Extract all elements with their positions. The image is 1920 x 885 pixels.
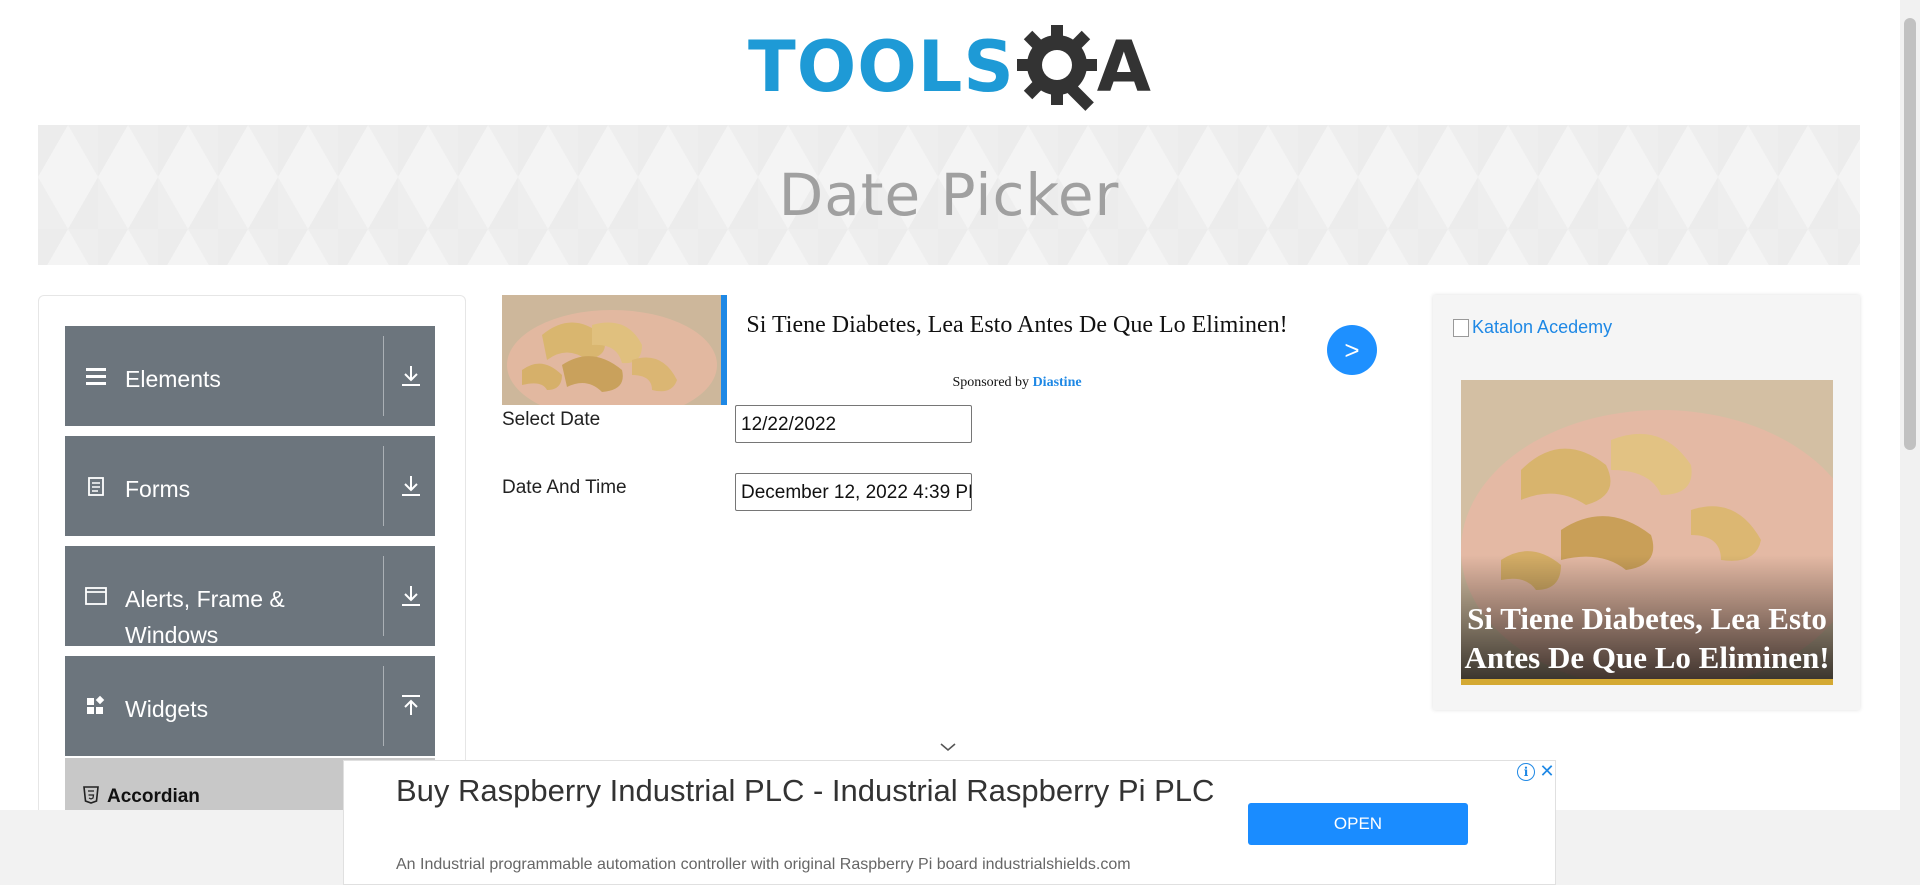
sponsored-ad-top[interactable]: Si Tiene Diabetes, Lea Esto Antes De Que… (502, 295, 1377, 405)
download-icon[interactable] (397, 582, 425, 610)
page-banner: Date Picker (38, 125, 1860, 265)
page-title: Date Picker (778, 161, 1120, 229)
ad-image[interactable]: Si Tiene Diabetes, Lea Esto Antes De Que… (1461, 380, 1833, 685)
toolsqa-logo[interactable]: TOOLS A (748, 18, 1153, 116)
ad-image-caption: Si Tiene Diabetes, Lea Esto Antes De Que… (1464, 601, 1830, 675)
right-ad-panel[interactable]: Katalon Acedemy Si Tiene Diabetes, Lea E… (1433, 295, 1860, 710)
widgets-icon (87, 695, 105, 714)
document-icon (88, 477, 104, 496)
hamburger-icon (86, 368, 106, 385)
divider (383, 336, 384, 416)
bottom-banner-ad[interactable]: Buy Raspberry Industrial PLC - Industria… (343, 760, 1556, 885)
sponsored-prefix: Sponsored by (952, 375, 1030, 390)
sidebar-group-elements[interactable]: Elements (65, 326, 435, 426)
ad-go-button[interactable]: > (1327, 325, 1377, 375)
divider (383, 556, 384, 636)
sidebar-group-widgets[interactable]: Widgets (65, 656, 435, 756)
sponsor-name[interactable]: Diastine (1033, 375, 1082, 390)
sidebar-group-label: Alerts, Frame & Windows (125, 586, 285, 648)
ad-sponsor-line: Sponsored by Diastine (742, 375, 1292, 391)
scrollbar-thumb[interactable] (1904, 18, 1916, 450)
gear-magnifier-icon (1009, 17, 1109, 117)
sidebar-group-label: Forms (125, 476, 191, 502)
sidebar-group-label: Elements (125, 366, 221, 392)
logo-text-tools: TOOLS (748, 26, 1015, 108)
html5-icon (83, 786, 99, 804)
sidebar-group-forms[interactable]: Forms (65, 436, 435, 536)
upload-icon[interactable] (397, 692, 425, 720)
broken-image-alt-text: Katalon Acedemy (1472, 317, 1613, 337)
vertical-scrollbar[interactable] (1900, 0, 1920, 885)
sidebar-group-label: Widgets (125, 696, 209, 722)
select-date-input[interactable]: 12/22/2022 (735, 405, 972, 443)
download-icon[interactable] (397, 362, 425, 390)
ad-headline[interactable]: Si Tiene Diabetes, Lea Esto Antes De Que… (742, 309, 1292, 341)
window-icon (85, 587, 107, 605)
bottom-ad-title[interactable]: Buy Raspberry Industrial PLC - Industria… (396, 771, 1236, 811)
chevron-down-icon[interactable] (938, 740, 958, 754)
divider (383, 446, 384, 526)
ad-image-accent-bar (1461, 679, 1833, 685)
broken-image-link[interactable]: Katalon Acedemy (1453, 317, 1612, 338)
date-and-time-input[interactable]: December 12, 2022 4:39 PM (735, 473, 972, 511)
page: TOOLS A Date Picker Elements Forms Alert… (0, 0, 1920, 885)
ad-info-icon[interactable]: i (1517, 763, 1535, 781)
date-and-time-label: Date And Time (502, 477, 627, 498)
sidebar-item-label: Accordian (107, 786, 200, 807)
cashew-photo (502, 295, 727, 405)
select-date-label: Select Date (502, 409, 601, 430)
open-button[interactable]: OPEN (1248, 803, 1468, 845)
download-icon[interactable] (397, 472, 425, 500)
ad-close-icon[interactable]: ✕ (1538, 762, 1556, 780)
bottom-ad-description: An Industrial programmable automation co… (396, 856, 1131, 873)
divider (383, 666, 384, 746)
broken-image-icon (1453, 318, 1469, 337)
sidebar-group-alerts[interactable]: Alerts, Frame & Windows (65, 546, 435, 648)
